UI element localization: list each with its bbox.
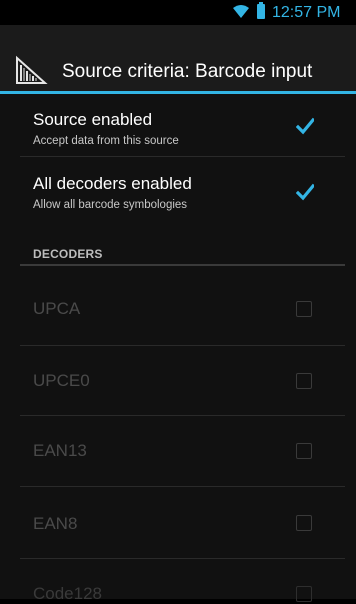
all-decoders-enabled-checkbox[interactable] xyxy=(296,183,314,201)
status-clock: 12:57 PM xyxy=(272,4,341,21)
page-title: Source criteria: Barcode input xyxy=(62,61,313,82)
decoder-upca-label: UPCA xyxy=(33,299,81,318)
all-decoders-enabled-summary: Allow all barcode symbologies xyxy=(33,199,188,211)
preferences-list: Source enabled Accept data from this sou… xyxy=(0,94,356,603)
row-divider xyxy=(20,486,345,487)
source-enabled-row[interactable]: Source enabled Accept data from this sou… xyxy=(0,94,356,156)
source-enabled-checkbox[interactable] xyxy=(296,117,314,135)
decoder-ean13-checkbox[interactable] xyxy=(296,443,312,459)
decoder-upca-checkbox[interactable] xyxy=(296,301,312,317)
row-divider xyxy=(20,558,345,559)
barcode-app-icon[interactable] xyxy=(14,55,48,85)
source-enabled-summary: Accept data from this source xyxy=(33,135,179,147)
all-decoders-enabled-row[interactable]: All decoders enabled Allow all barcode s… xyxy=(0,157,356,229)
section-divider xyxy=(20,264,345,266)
battery-icon xyxy=(257,2,265,19)
wifi-icon xyxy=(233,5,249,18)
decoders-section-header: DECODERS xyxy=(33,247,103,261)
row-divider xyxy=(20,345,345,346)
status-bar: 12:57 PM xyxy=(0,0,356,25)
decoder-code128-checkbox[interactable] xyxy=(296,586,312,602)
action-bar: Source criteria: Barcode input xyxy=(0,25,356,91)
decoder-upce0-label: UPCE0 xyxy=(33,371,90,390)
source-enabled-title: Source enabled xyxy=(33,110,153,129)
decoder-ean8-checkbox[interactable] xyxy=(296,515,312,531)
all-decoders-enabled-title: All decoders enabled xyxy=(33,174,192,193)
decoder-upce0-checkbox[interactable] xyxy=(296,373,312,389)
decoder-code128-label: Code128 xyxy=(33,584,103,603)
row-divider xyxy=(20,415,345,416)
decoder-ean8-label: EAN8 xyxy=(33,514,78,533)
decoder-ean13-label: EAN13 xyxy=(33,441,87,460)
